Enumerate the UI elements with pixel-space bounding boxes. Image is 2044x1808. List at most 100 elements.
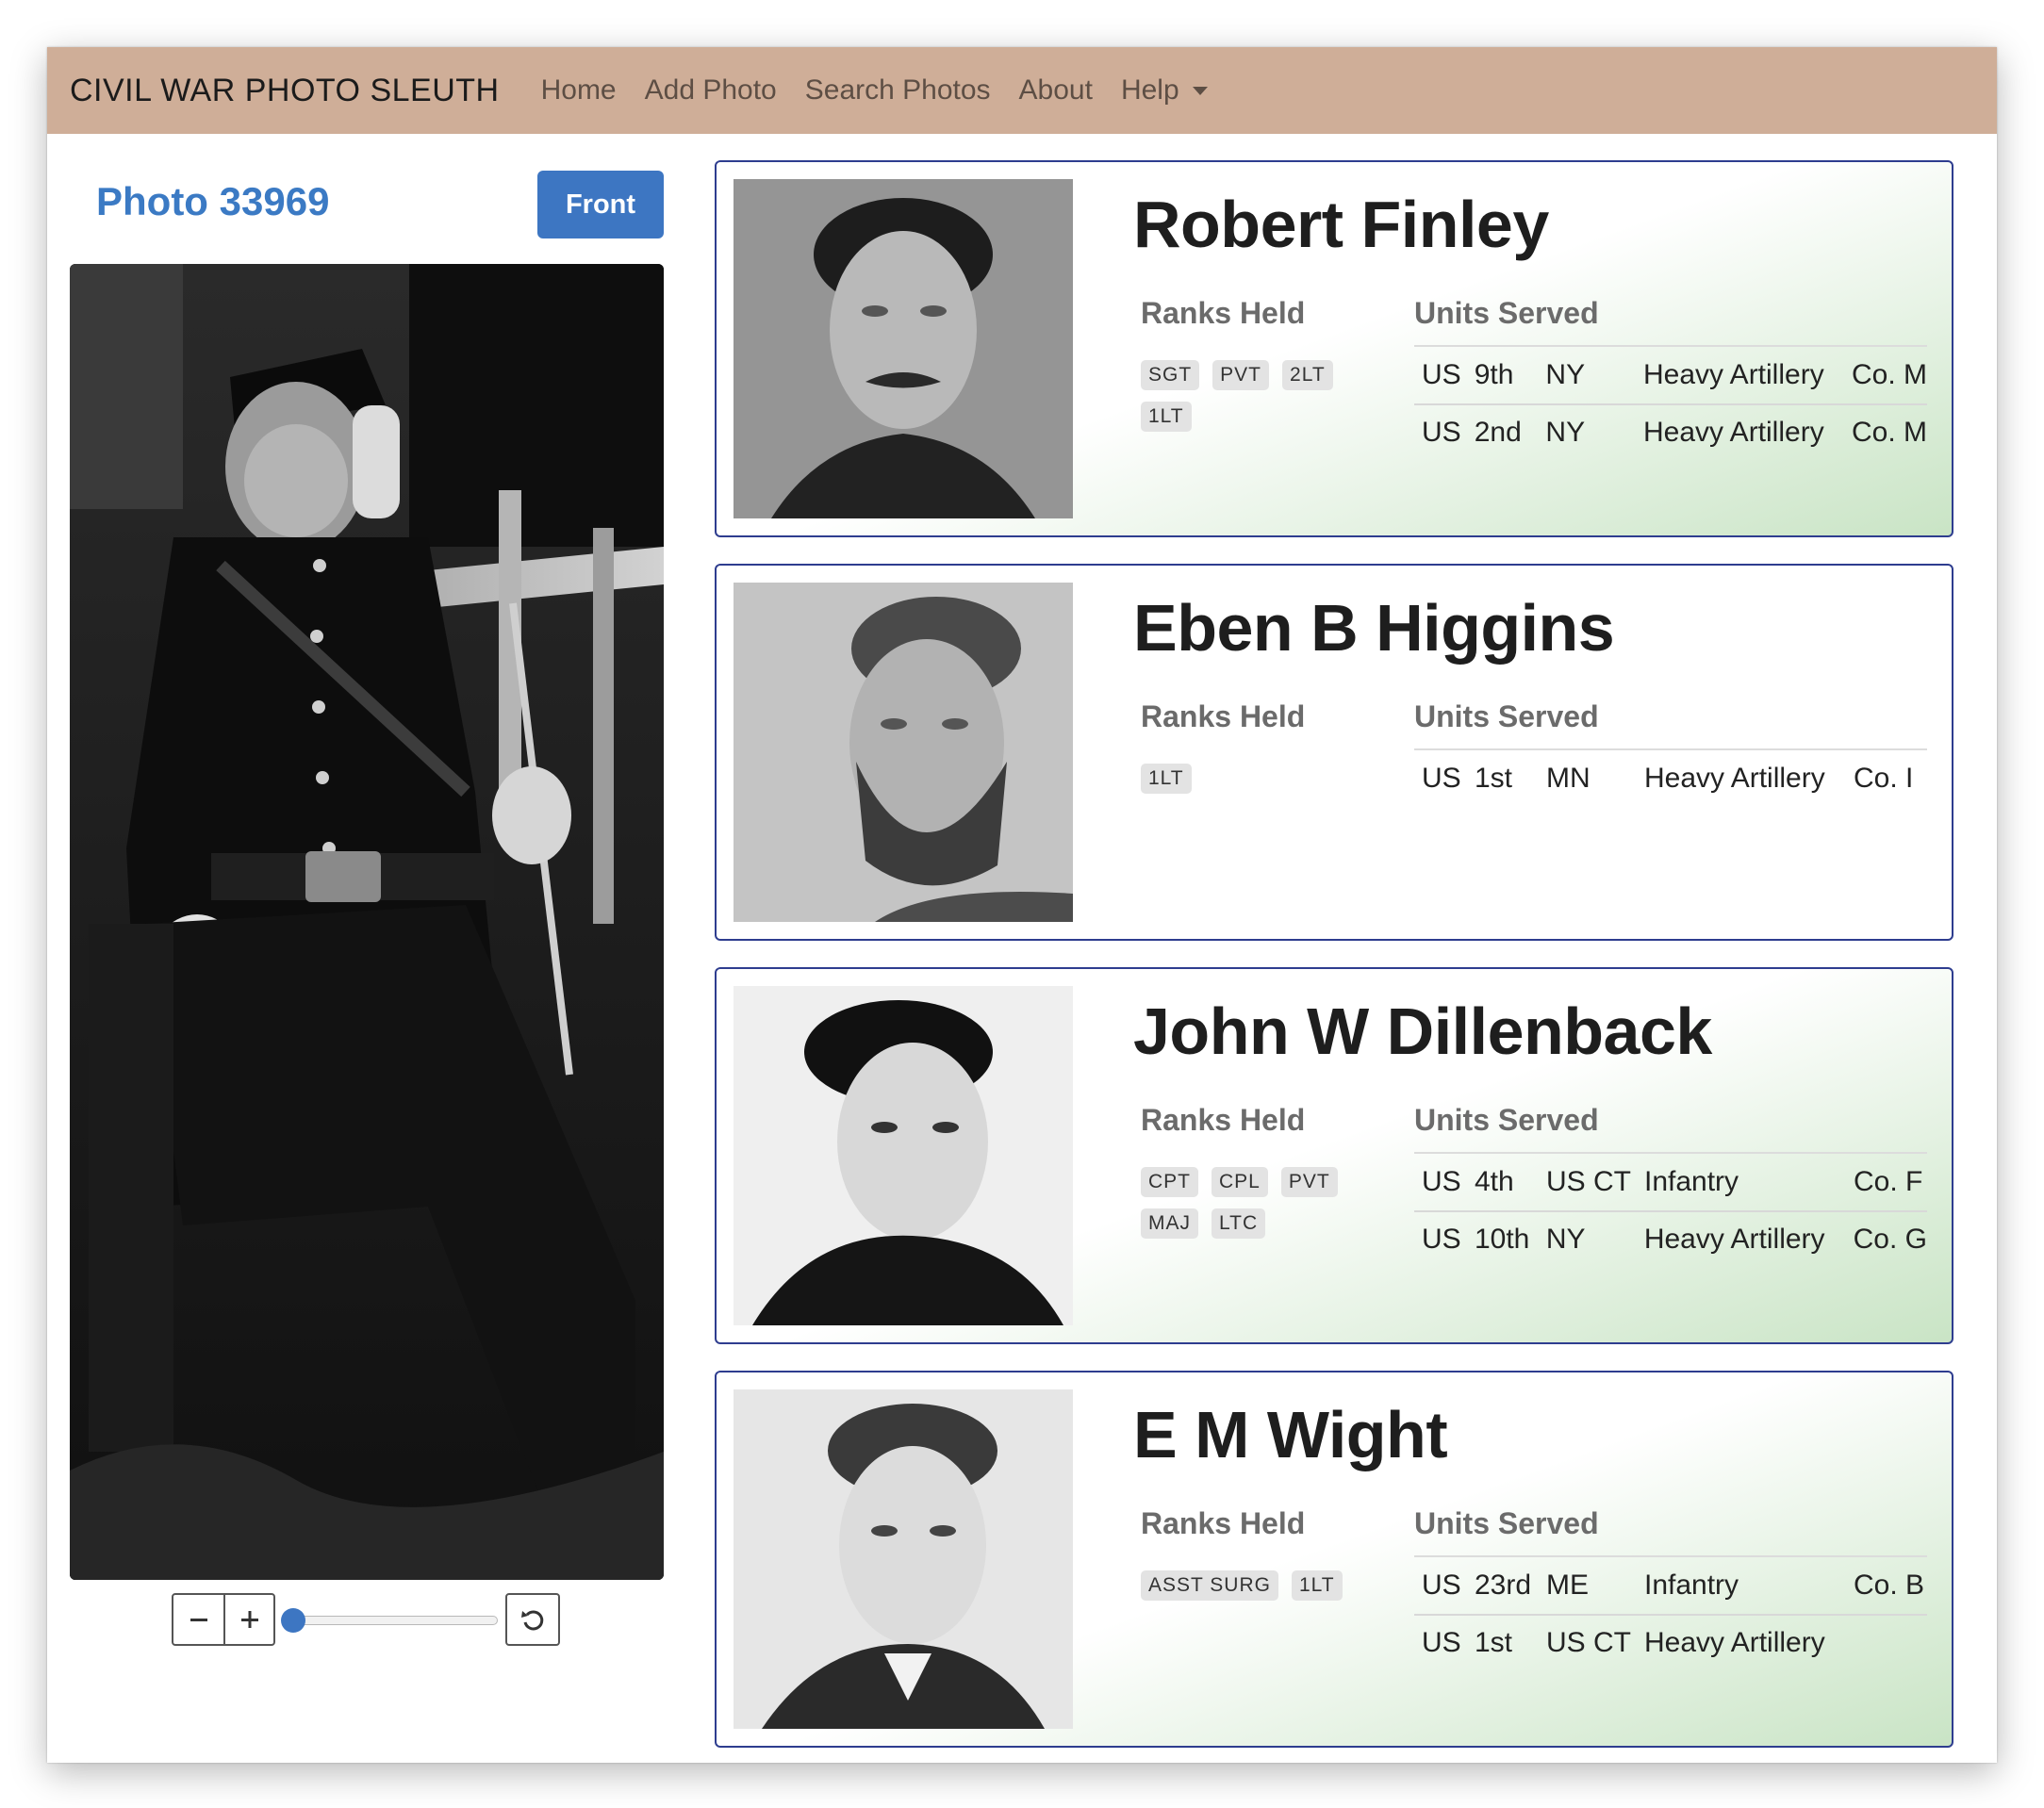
rank-badge: CPT bbox=[1141, 1167, 1198, 1197]
main-photo[interactable] bbox=[70, 264, 664, 1580]
unit-company: Co. B bbox=[1854, 1570, 1925, 1601]
rotate-ccw-icon bbox=[521, 1610, 544, 1631]
zoom-slider-thumb[interactable] bbox=[281, 1608, 305, 1633]
unit-state: NY bbox=[1545, 1224, 1586, 1255]
unit-branch: Heavy Artillery bbox=[1642, 417, 1824, 448]
unit-number: 4th bbox=[1475, 1166, 1514, 1197]
unit-state: US CT bbox=[1546, 1166, 1631, 1197]
unit-company: Co. G bbox=[1853, 1224, 1927, 1255]
unit-state: NY bbox=[1545, 417, 1586, 448]
unit-number: 2nd bbox=[1474, 417, 1522, 448]
nav-help-label: Help bbox=[1120, 74, 1179, 106]
portrait-image bbox=[734, 179, 1073, 518]
unit-row: US 1st MN Heavy Artillery Co. I bbox=[1414, 750, 1927, 807]
nav-add-photo[interactable]: Add Photo bbox=[645, 74, 777, 107]
unit-number: 1st bbox=[1475, 763, 1513, 794]
unit-row: US 2nd NY Heavy Artillery Co. M bbox=[1414, 403, 1927, 460]
unit-country: US bbox=[1422, 763, 1461, 794]
unit-country: US bbox=[1422, 417, 1461, 448]
unit-state: NY bbox=[1545, 359, 1586, 390]
rank-badge: LTC bbox=[1212, 1208, 1266, 1239]
soldier-portrait bbox=[734, 1389, 1073, 1729]
unit-row: US 4th US CT Infantry Co. F bbox=[1414, 1154, 1927, 1210]
soldier-card[interactable]: E M Wight Ranks Held Units Served ASST S… bbox=[715, 1371, 1953, 1748]
nav-help-dropdown[interactable]: Help bbox=[1121, 74, 1208, 107]
soldier-card[interactable]: John W Dillenback Ranks Held Units Serve… bbox=[715, 967, 1953, 1344]
rank-badge: 1LT bbox=[1291, 1570, 1343, 1601]
unit-state: MN bbox=[1546, 763, 1591, 794]
unit-number: 1st bbox=[1475, 1627, 1513, 1658]
ranks-held-heading: Ranks Held bbox=[1141, 1506, 1306, 1540]
unit-number: 10th bbox=[1474, 1224, 1530, 1255]
rank-badge: 1LT bbox=[1141, 402, 1192, 432]
soldier-name[interactable]: E M Wight bbox=[1133, 1397, 1448, 1472]
rank-list: ASST SURG 1LT bbox=[1141, 1570, 1367, 1612]
unit-row: US 9th NY Heavy Artillery Co. M bbox=[1414, 347, 1927, 403]
soldier-card[interactable]: Eben B Higgins Ranks Held Units Served 1… bbox=[715, 564, 1953, 941]
units-served-heading: Units Served bbox=[1414, 296, 1599, 330]
rank-badge: PVT bbox=[1280, 1167, 1338, 1197]
rank-list: 1LT bbox=[1141, 764, 1367, 805]
front-button[interactable]: Front bbox=[537, 171, 664, 238]
reset-zoom-button[interactable] bbox=[505, 1593, 560, 1646]
ranks-held-heading: Ranks Held bbox=[1141, 699, 1306, 733]
site-brand[interactable]: CIVIL WAR PHOTO SLEUTH bbox=[70, 73, 500, 109]
unit-row: US 10th NY Heavy Artillery Co. G bbox=[1414, 1210, 1927, 1267]
unit-country: US bbox=[1422, 1224, 1461, 1255]
unit-company: Co. M bbox=[1851, 417, 1927, 448]
rank-badge: SGT bbox=[1141, 360, 1200, 390]
soldier-name[interactable]: Robert Finley bbox=[1133, 187, 1549, 262]
plus-icon bbox=[240, 1611, 258, 1628]
unit-country: US bbox=[1422, 359, 1461, 390]
photo-title: Photo 33969 bbox=[96, 179, 330, 223]
unit-branch: Heavy Artillery bbox=[1642, 359, 1824, 390]
rank-list: CPT CPL PVT MAJ LTC bbox=[1141, 1167, 1367, 1250]
units-table: US 23rd ME Infantry Co. B US 1st US CT H… bbox=[1414, 1557, 1927, 1670]
soldier-name[interactable]: John W Dillenback bbox=[1133, 994, 1712, 1069]
nav-home[interactable]: Home bbox=[541, 74, 617, 107]
unit-company: Co. M bbox=[1851, 359, 1927, 390]
zoom-controls bbox=[172, 1593, 275, 1646]
unit-branch: Infantry bbox=[1644, 1570, 1739, 1601]
units-served-heading: Units Served bbox=[1414, 1103, 1599, 1137]
rank-badge: ASST SURG bbox=[1141, 1570, 1278, 1601]
unit-branch: Heavy Artillery bbox=[1643, 1224, 1825, 1255]
unit-branch: Heavy Artillery bbox=[1644, 1627, 1825, 1658]
unit-number: 23rd bbox=[1475, 1570, 1532, 1601]
unit-branch: Heavy Artillery bbox=[1644, 763, 1825, 794]
zoom-in-button[interactable] bbox=[223, 1595, 273, 1644]
soldier-name[interactable]: Eben B Higgins bbox=[1133, 590, 1615, 666]
rank-badge: 2LT bbox=[1282, 360, 1333, 390]
units-served-heading: Units Served bbox=[1414, 699, 1599, 733]
units-table: US 1st MN Heavy Artillery Co. I bbox=[1414, 750, 1927, 807]
nav-search-photos[interactable]: Search Photos bbox=[805, 74, 991, 107]
navbar: CIVIL WAR PHOTO SLEUTH Home Add Photo Se… bbox=[47, 47, 1997, 134]
portrait-image bbox=[734, 583, 1073, 922]
rank-badge: CPL bbox=[1212, 1167, 1268, 1197]
rank-badge: PVT bbox=[1212, 360, 1270, 390]
rank-badge: MAJ bbox=[1141, 1208, 1198, 1239]
soldier-portrait bbox=[734, 986, 1073, 1325]
ranks-held-heading: Ranks Held bbox=[1141, 296, 1306, 330]
unit-company: Co. F bbox=[1854, 1166, 1923, 1197]
rank-badge: 1LT bbox=[1141, 764, 1192, 794]
unit-branch: Infantry bbox=[1644, 1166, 1739, 1197]
unit-row: US 23rd ME Infantry Co. B bbox=[1414, 1557, 1927, 1614]
units-table: US 9th NY Heavy Artillery Co. M US 2nd N… bbox=[1414, 347, 1927, 460]
caret-down-icon bbox=[1192, 86, 1208, 95]
rank-list: SGT PVT 2LT 1LT bbox=[1141, 360, 1367, 443]
portrait-image bbox=[734, 986, 1073, 1325]
portrait-image bbox=[734, 1389, 1073, 1729]
unit-state: ME bbox=[1546, 1570, 1589, 1601]
unit-row: US 1st US CT Heavy Artillery bbox=[1414, 1614, 1927, 1670]
soldier-portrait bbox=[734, 179, 1073, 518]
unit-country: US bbox=[1422, 1570, 1461, 1601]
browser-window: CIVIL WAR PHOTO SLEUTH Home Add Photo Se… bbox=[47, 47, 1997, 1763]
zoom-out-button[interactable] bbox=[173, 1595, 223, 1644]
units-table: US 4th US CT Infantry Co. F US 10th NY H… bbox=[1414, 1154, 1927, 1267]
nav-about[interactable]: About bbox=[1019, 74, 1093, 107]
zoom-slider-track[interactable] bbox=[292, 1616, 498, 1625]
units-served-heading: Units Served bbox=[1414, 1506, 1599, 1540]
unit-company: Co. I bbox=[1854, 763, 1914, 794]
soldier-card[interactable]: Robert Finley Ranks Held Units Served SG… bbox=[715, 160, 1953, 537]
